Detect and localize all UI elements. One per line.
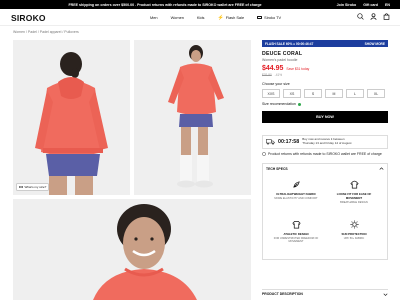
- user-icon[interactable]: [370, 13, 377, 20]
- gift-card-link[interactable]: Gift card: [363, 3, 378, 7]
- buy-now-button[interactable]: BUY NOW: [262, 111, 388, 123]
- feature-athletic-title: ATHLETIC DESIGN: [283, 231, 309, 236]
- hoodie-icon: [349, 180, 359, 189]
- returns-info: Product returns with refunds made to SIR…: [262, 152, 388, 157]
- sun-icon: [349, 220, 359, 229]
- current-price: $44.95: [262, 65, 284, 72]
- shipping-message: FREE shipping on orders over $500.00 . P…: [68, 2, 262, 7]
- delivery-window: Buy now and receive it between Thursday …: [302, 137, 352, 146]
- feature-ultralight-sub: MORE ELASTICITY AND COMFORT: [274, 196, 318, 200]
- feature-loose-fit-title: LOOSE FIT FOR EASE OF MOVEMENT: [336, 191, 372, 200]
- size-recommendation[interactable]: Size recommendation: [262, 102, 388, 106]
- delivery-countdown: 00:17:58: [278, 139, 300, 145]
- ruler-icon: [19, 186, 23, 188]
- site-header: SIROKO Men Women Kids ⚡ Flash Sale Sirok…: [0, 9, 400, 26]
- choose-size-label: Choose your size: [262, 82, 290, 86]
- show-more-link[interactable]: SHOW MORE: [365, 42, 385, 46]
- size-option-s[interactable]: S: [304, 89, 322, 98]
- product-image-closeup[interactable]: [13, 199, 251, 300]
- nav-flash-sale-label: Flash Sale: [225, 15, 245, 20]
- size-option-xxs[interactable]: XXS: [262, 89, 280, 98]
- tv-icon: [257, 15, 263, 20]
- return-icon: [262, 152, 266, 156]
- shipping-timer-box: 00:17:58 Buy now and receive it between …: [262, 135, 388, 149]
- flash-sale-bar: FLASH SALE 60% ● 00:00:46:47 SHOW MORE: [262, 40, 388, 47]
- feature-athletic: ATHLETIC DESIGN FOR UNRESTRICTED FREEDOM…: [271, 220, 321, 243]
- model-closeup-illustration: [13, 199, 251, 300]
- top-links: Join Siroko Gift card EN: [337, 3, 390, 7]
- recommendation-status-icon: [297, 102, 301, 106]
- lightning-icon: ⚡: [217, 14, 224, 21]
- product-name: DEUCE CORAL: [262, 51, 303, 57]
- size-recommendation-label: Size recommendation: [262, 102, 296, 106]
- savings-text: Save $31 today: [286, 67, 310, 71]
- tech-specs-title[interactable]: TECH SPECS: [266, 167, 288, 171]
- feature-loose-fit-sub: BREATHABLE DESIGN: [340, 200, 368, 204]
- size-option-m[interactable]: M: [325, 89, 343, 98]
- feature-sun-protection-title: SUN PROTECTION: [341, 231, 367, 236]
- nav-flash-sale[interactable]: ⚡ Flash Sale: [218, 15, 245, 21]
- product-panel: FLASH SALE 60% ● 00:00:46:47 SHOW MORE D…: [262, 40, 388, 260]
- model-back-illustration: [13, 40, 130, 195]
- tech-specs-panel: TECH SPECS ULTRALIGHTWEIGHT FABRIC MORE …: [262, 162, 388, 260]
- size-option-xs[interactable]: XS: [283, 89, 301, 98]
- chevron-up-icon[interactable]: [379, 166, 384, 171]
- model-front-illustration: [134, 40, 251, 195]
- whats-my-size-label: What's my size?: [24, 185, 47, 189]
- product-description-toggle[interactable]: PRODUCT DESCRIPTION: [262, 289, 388, 297]
- nav-siroko-tv-label: Siroko TV: [264, 15, 282, 20]
- sweater-icon: [291, 220, 301, 229]
- nav-women[interactable]: Women: [171, 15, 184, 20]
- feather-icon: [292, 181, 300, 188]
- product-image-back[interactable]: What's my size?: [13, 40, 130, 195]
- price-row: $44.95 Save $31 today: [262, 65, 388, 72]
- whats-my-size-button[interactable]: What's my size?: [16, 183, 50, 191]
- feature-sun-protection: SUN PROTECTION UPF 50+ FABRIC: [329, 220, 379, 240]
- nav-siroko-tv[interactable]: Siroko TV: [257, 15, 281, 20]
- breadcrumb[interactable]: Women / Padel / Padel apparel / Pullover…: [13, 30, 79, 34]
- chevron-down-icon: [383, 293, 388, 296]
- discount-percent: -41%: [274, 73, 283, 77]
- feature-loose-fit: LOOSE FIT FOR EASE OF MOVEMENT BREATHABL…: [329, 180, 379, 204]
- feature-ultralight: ULTRALIGHTWEIGHT FABRIC MORE ELASTICITY …: [271, 180, 321, 200]
- old-price: $76.90: [262, 73, 272, 77]
- nav-men[interactable]: Men: [150, 15, 158, 20]
- search-icon[interactable]: [357, 13, 364, 20]
- product-subtitle: Women's padel hoodie: [262, 58, 298, 62]
- nav-kids[interactable]: Kids: [197, 15, 205, 20]
- old-price-row: $76.90 -41%: [262, 73, 388, 77]
- language-selector[interactable]: EN: [385, 3, 390, 7]
- feature-athletic-sub: FOR UNRESTRICTED FREEDOM OF MOVEMENT: [273, 236, 319, 243]
- header-icons: [357, 13, 390, 20]
- main-nav: Men Women Kids ⚡ Flash Sale Siroko TV: [150, 9, 281, 26]
- size-option-xl[interactable]: XL: [367, 89, 385, 98]
- top-announcement-bar: FREE shipping on orders over $500.00 . P…: [0, 0, 400, 9]
- returns-text: Product returns with refunds made to SIR…: [268, 152, 382, 156]
- feature-sun-protection-sub: UPF 50+ FABRIC: [343, 236, 365, 240]
- truck-icon: [266, 139, 275, 145]
- size-selector: XXS XS S M L XL: [262, 89, 388, 98]
- product-description-label: PRODUCT DESCRIPTION: [262, 292, 303, 296]
- join-link[interactable]: Join Siroko: [337, 3, 357, 7]
- product-image-front[interactable]: [134, 40, 251, 195]
- flash-sale-countdown: FLASH SALE 60% ● 00:00:46:47: [265, 41, 314, 46]
- cart-icon[interactable]: [383, 13, 390, 20]
- delivery-line-2: Thursday 13 and Friday 14 of August: [302, 141, 352, 145]
- siroko-logo[interactable]: SIROKO: [11, 13, 46, 23]
- size-option-l[interactable]: L: [346, 89, 364, 98]
- feature-ultralight-title: ULTRALIGHTWEIGHT FABRIC: [275, 191, 317, 196]
